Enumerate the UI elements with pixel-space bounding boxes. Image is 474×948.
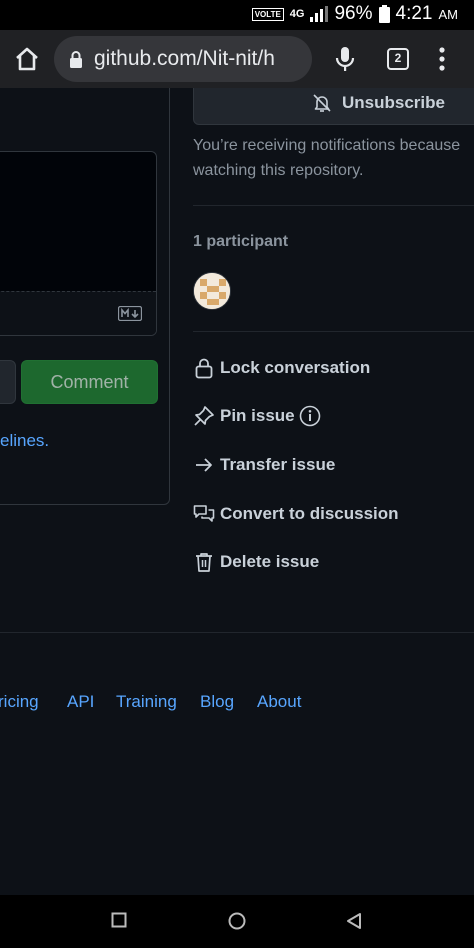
notification-reason-line1: You’re receiving notifications because — [193, 137, 461, 154]
pin-issue-button[interactable]: Pin issue — [193, 402, 321, 430]
page-content: Comment elines. Unsubscribe You’re recei… — [0, 88, 474, 895]
comment-textarea[interactable] — [0, 151, 157, 336]
footer-divider — [0, 632, 474, 633]
editor-footer — [0, 291, 156, 335]
microphone-icon[interactable] — [334, 45, 356, 73]
battery-percent: 96% — [334, 3, 373, 24]
system-navigation-bar — [0, 895, 474, 948]
participant-avatar[interactable] — [193, 272, 231, 310]
close-issue-button[interactable] — [0, 360, 16, 404]
home-icon[interactable] — [14, 46, 40, 72]
action-label: Pin issue — [220, 406, 295, 425]
convert-to-discussion-button[interactable]: Convert to discussion — [193, 500, 399, 528]
participants-heading: 1 participant — [193, 233, 289, 250]
delete-issue-button[interactable]: Delete issue — [193, 548, 319, 576]
comment-discussion-icon — [193, 505, 215, 522]
community-guidelines-link[interactable]: elines. — [0, 431, 49, 451]
bell-slash-icon — [313, 94, 331, 112]
footer-link-about[interactable]: About — [257, 692, 301, 712]
more-vert-icon[interactable] — [434, 45, 450, 73]
identicon — [194, 273, 230, 309]
footer-link-api[interactable]: API — [67, 692, 94, 712]
clock-ampm: AM — [438, 6, 459, 22]
browser-toolbar: github.com/Nit-nit/h 2 — [0, 30, 474, 88]
action-label: Convert to discussion — [220, 504, 399, 523]
footer-links: ricing API Training Blog About — [0, 692, 474, 716]
unsubscribe-button[interactable]: Unsubscribe — [193, 88, 474, 125]
markdown-icon — [118, 306, 142, 321]
sidebar-divider — [193, 331, 474, 332]
battery-icon — [378, 5, 390, 23]
action-label: Delete issue — [220, 552, 320, 571]
footer-link-pricing[interactable]: ricing — [0, 692, 39, 712]
action-label: Transfer issue — [220, 455, 336, 474]
signal-icon — [310, 6, 329, 22]
trash-icon — [196, 553, 212, 572]
back-icon[interactable] — [346, 912, 362, 930]
notification-reason-line2: watching this repository. — [193, 162, 364, 179]
lock-icon — [70, 51, 82, 68]
status-bar: VOLTE 4G 96% 4:21 AM — [0, 0, 474, 30]
lock-icon — [195, 358, 213, 379]
volte-indicator: VOLTE — [251, 7, 284, 21]
unsubscribe-label: Unsubscribe — [342, 93, 445, 112]
action-label: Lock conversation — [220, 358, 371, 377]
footer-link-blog[interactable]: Blog — [200, 692, 234, 712]
pin-icon — [194, 406, 214, 426]
comment-button[interactable]: Comment — [21, 360, 158, 404]
footer-link-training[interactable]: Training — [116, 692, 177, 712]
arrow-right-icon — [196, 458, 212, 472]
info-icon[interactable] — [299, 405, 321, 427]
transfer-issue-button[interactable]: Transfer issue — [193, 451, 335, 479]
home-circle-icon[interactable] — [228, 912, 246, 930]
network-type: 4G — [289, 8, 305, 20]
url-text: github.com/Nit-nit/h — [94, 47, 275, 70]
clock-time: 4:21 — [395, 3, 433, 24]
sidebar-divider — [193, 205, 474, 206]
tab-switcher-button[interactable]: 2 — [387, 48, 409, 70]
status-icons: VOLTE 4G 96% 4:21 AM — [251, 3, 459, 25]
address-bar[interactable]: github.com/Nit-nit/h — [54, 36, 312, 82]
notification-reason: You’re receiving notifications because w… — [193, 133, 474, 183]
lock-conversation-button[interactable]: Lock conversation — [193, 354, 370, 382]
recents-icon[interactable] — [111, 912, 127, 928]
